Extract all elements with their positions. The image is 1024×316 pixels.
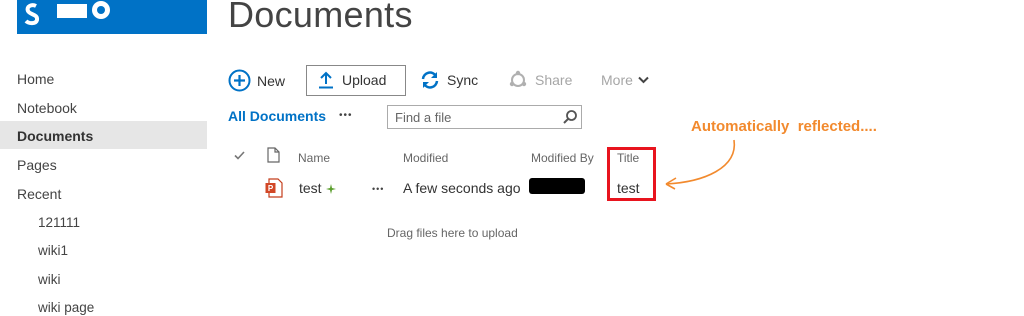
logo-s-shape-icon: [57, 1, 110, 19]
modified-by-redacted: [529, 178, 585, 194]
sidebar-item-home[interactable]: Home: [17, 71, 54, 87]
sharepoint-logo[interactable]: [17, 0, 207, 34]
sidebar-item-notebook[interactable]: Notebook: [17, 100, 77, 116]
sidebar-recent-item[interactable]: wiki page: [38, 300, 94, 315]
file-name-link[interactable]: test: [299, 180, 322, 196]
upload-arrow-icon: [319, 71, 333, 89]
annotation-text: Automatically reflected....: [691, 118, 877, 135]
more-label: More: [601, 72, 633, 88]
sidebar-item-documents[interactable]: Documents: [17, 128, 93, 144]
share-label: Share: [535, 72, 573, 88]
sync-icon: [421, 71, 439, 89]
new-item-icon: [326, 184, 336, 194]
column-header-modified[interactable]: Modified: [403, 151, 448, 165]
row-ellipsis-menu[interactable]: •••: [372, 184, 384, 194]
share-icon: [509, 70, 527, 87]
sidebar-recent-item[interactable]: wiki1: [38, 243, 68, 258]
column-header-modified-by[interactable]: Modified By: [531, 151, 594, 165]
modified-cell: A few seconds ago: [403, 180, 521, 196]
plus-circle-icon: [228, 69, 251, 92]
select-all-check-icon[interactable]: [234, 151, 245, 160]
more-button[interactable]: More: [601, 72, 649, 88]
sync-button[interactable]: Sync: [420, 70, 478, 90]
powerpoint-file-icon: P: [265, 178, 283, 198]
sync-label: Sync: [447, 72, 479, 88]
all-documents-view-link[interactable]: All Documents: [228, 108, 326, 124]
annotation-arrow-icon: [665, 139, 735, 190]
new-label: New: [257, 72, 286, 89]
upload-label: Upload: [342, 72, 387, 88]
search-input[interactable]: Find a file: [387, 105, 582, 129]
sidebar-recent-item[interactable]: wiki: [38, 272, 61, 287]
sharepoint-s-icon: [17, 0, 47, 28]
upload-button[interactable]: Upload: [318, 71, 386, 89]
drag-files-hint: Drag files here to upload: [387, 226, 518, 240]
svg-text:P: P: [268, 184, 274, 193]
sidebar-recent-item[interactable]: 121111: [38, 215, 80, 230]
search-icon[interactable]: [562, 109, 578, 125]
sidebar-item-pages[interactable]: Pages: [17, 157, 57, 173]
page-title: Documents: [228, 0, 413, 35]
title-highlight-box: [607, 147, 656, 201]
new-button[interactable]: New: [228, 69, 285, 92]
share-button[interactable]: Share: [508, 70, 572, 90]
file-type-icon: [267, 147, 280, 163]
column-header-name[interactable]: Name: [298, 151, 330, 165]
sidebar-item-recent[interactable]: Recent: [17, 186, 61, 202]
search-placeholder: Find a file: [395, 110, 452, 125]
view-options-ellipsis[interactable]: •••: [339, 110, 353, 121]
chevron-down-icon: [638, 76, 649, 84]
